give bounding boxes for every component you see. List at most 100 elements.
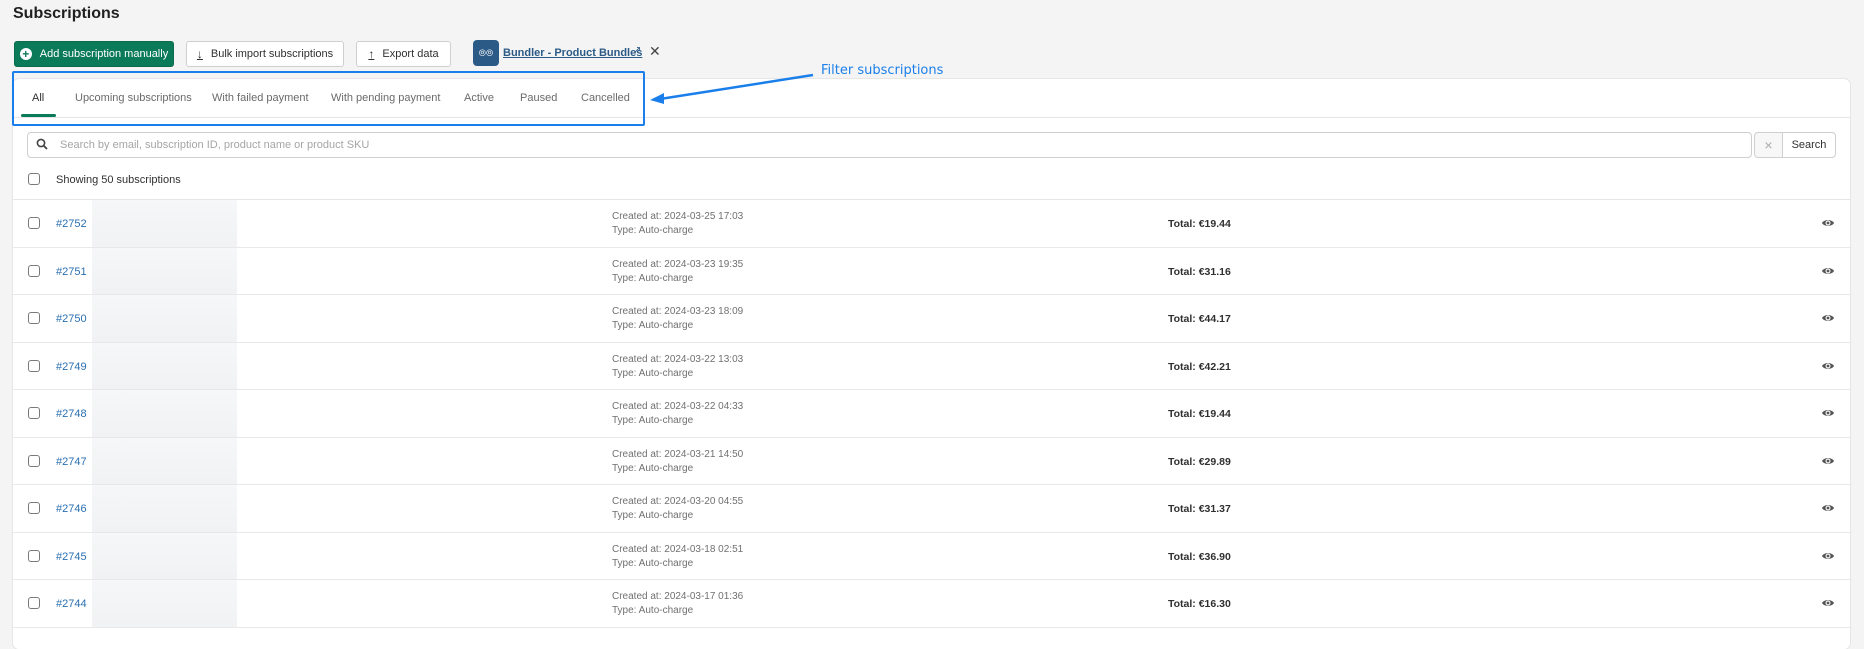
subscription-row: #2751 Created at: 2024-03-23 19:35 Type:…	[13, 247, 1850, 295]
subscription-total: Total: €19.44	[1168, 218, 1231, 230]
subscription-row: #2745 Created at: 2024-03-18 02:51 Type:…	[13, 532, 1850, 580]
bundler-app-link[interactable]: Bundler - Product Bundles	[503, 47, 642, 59]
subscription-type: Type: Auto-charge	[612, 462, 694, 474]
subscriptions-card: All Upcoming subscriptions With failed p…	[13, 79, 1850, 649]
eye-icon[interactable]	[1821, 359, 1835, 373]
bulk-import-button[interactable]: ↓ Bulk import subscriptions	[186, 41, 344, 67]
eye-icon[interactable]	[1821, 596, 1835, 610]
subscription-total: Total: €29.89	[1168, 455, 1231, 468]
created-at: Created at: 2024-03-22 13:03	[612, 353, 744, 365]
search-button[interactable]: Search	[1782, 132, 1836, 158]
eye-icon[interactable]	[1821, 264, 1835, 278]
search-field[interactable]	[27, 132, 1752, 158]
row-checkbox[interactable]	[28, 217, 40, 229]
close-icon[interactable]: ✕	[649, 43, 661, 60]
eye-icon[interactable]	[1821, 311, 1835, 325]
export-data-label: Export data	[382, 48, 439, 60]
eye-icon[interactable]	[1821, 454, 1835, 468]
eye-icon[interactable]	[1821, 406, 1835, 420]
upload-icon: ↑	[368, 47, 375, 61]
row-checkbox[interactable]	[28, 502, 40, 514]
subscription-id-link[interactable]: #2749	[56, 361, 87, 373]
subscription-type: Type: Auto-charge	[612, 225, 694, 236]
subscription-total: Total: €31.37	[1168, 503, 1231, 515]
tab-all[interactable]: All	[32, 92, 44, 104]
tab-paused[interactable]: Paused	[520, 92, 557, 104]
subscription-row: #2750 Created at: 2024-03-23 18:09 Type:…	[13, 295, 1850, 343]
redacted-customer-info	[92, 342, 237, 389]
subscription-row: #2748 Created at: 2024-03-22 04:33 Type:…	[13, 390, 1850, 438]
subscription-type: Type: Auto-charge	[612, 367, 694, 379]
eye-icon[interactable]	[1821, 501, 1835, 515]
created-at: Created at: 2024-03-22 04:33	[612, 401, 744, 412]
plus-circle-icon: +	[19, 48, 32, 60]
subscription-row: #2744 Created at: 2024-03-17 01:36 Type:…	[13, 580, 1850, 628]
subscription-id-link[interactable]: #2744	[56, 598, 87, 610]
row-checkbox[interactable]	[28, 264, 40, 277]
tab-cancelled[interactable]: Cancelled	[581, 92, 630, 104]
bulk-import-label: Bulk import subscriptions	[210, 48, 334, 60]
redacted-customer-info	[92, 485, 237, 532]
subscription-row: #2749 Created at: 2024-03-22 13:03 Type:…	[13, 342, 1850, 390]
subscription-total: Total: €19.44	[1168, 408, 1231, 420]
subscription-row: #2747 Created at: 2024-03-21 14:50 Type:…	[13, 437, 1850, 485]
download-icon: ↓	[196, 47, 203, 61]
subscription-row: #2746 Created at: 2024-03-20 04:55 Type:…	[13, 485, 1850, 533]
annotation-label: Filter subscriptions	[821, 63, 944, 78]
subscription-total: Total: €42.21	[1168, 360, 1231, 373]
tab-failed-payment[interactable]: With failed payment	[212, 92, 309, 104]
created-at: Created at: 2024-03-17 01:36	[612, 591, 744, 602]
redacted-customer-info	[92, 200, 237, 247]
tab-upcoming[interactable]: Upcoming subscriptions	[75, 92, 192, 104]
created-at: Created at: 2024-03-25 17:03	[612, 211, 744, 222]
subscription-type: Type: Auto-charge	[612, 415, 694, 426]
subscription-type: Type: Auto-charge	[612, 510, 694, 521]
row-checkbox[interactable]	[28, 549, 40, 562]
row-checkbox[interactable]	[28, 359, 40, 372]
redacted-customer-info	[92, 532, 237, 579]
subscription-total: Total: €31.16	[1168, 265, 1231, 278]
redacted-customer-info	[92, 580, 237, 627]
search-icon	[36, 138, 58, 153]
row-checkbox[interactable]	[28, 454, 40, 467]
subscription-total: Total: €36.90	[1168, 550, 1231, 563]
subscription-list: #2752 Created at: 2024-03-25 17:03 Type:…	[13, 200, 1850, 628]
redacted-customer-info	[92, 247, 237, 294]
subscription-id-link[interactable]: #2750	[56, 313, 87, 325]
subscription-total: Total: €16.30	[1168, 598, 1231, 610]
subscription-type: Type: Auto-charge	[612, 320, 694, 331]
clear-search-button[interactable]: ×	[1754, 132, 1783, 158]
external-link-icon: ↗	[633, 45, 642, 56]
filter-tabs: All Upcoming subscriptions With failed p…	[13, 79, 1850, 118]
row-checkbox[interactable]	[28, 407, 40, 419]
showing-count: Showing 50 subscriptions	[56, 174, 181, 186]
subscription-id-link[interactable]: #2747	[56, 456, 87, 468]
select-all-checkbox[interactable]	[28, 173, 40, 185]
row-checkbox[interactable]	[28, 312, 40, 324]
subscription-type: Type: Auto-charge	[612, 605, 694, 616]
created-at: Created at: 2024-03-21 14:50	[612, 448, 744, 460]
tab-active[interactable]: Active	[464, 92, 494, 104]
search-input[interactable]	[58, 138, 1751, 152]
subscription-id-link[interactable]: #2748	[56, 408, 87, 420]
subscription-type: Type: Auto-charge	[612, 557, 694, 569]
subscription-total: Total: €44.17	[1168, 313, 1231, 325]
eye-icon[interactable]	[1821, 216, 1835, 230]
redacted-customer-info	[92, 390, 237, 437]
add-subscription-button[interactable]: + Add subscription manually	[14, 41, 174, 67]
redacted-customer-info	[92, 295, 237, 342]
subscription-id-link[interactable]: #2752	[56, 218, 87, 230]
bundles-app-icon[interactable]: ⦾⦾	[473, 40, 499, 66]
subscription-id-link[interactable]: #2745	[56, 551, 87, 563]
eye-icon[interactable]	[1821, 549, 1835, 563]
active-tab-indicator	[21, 114, 56, 117]
subscription-id-link[interactable]: #2751	[56, 266, 87, 278]
created-at: Created at: 2024-03-23 19:35	[612, 258, 744, 270]
subscription-id-link[interactable]: #2746	[56, 503, 87, 515]
tab-pending-payment[interactable]: With pending payment	[331, 92, 440, 104]
row-checkbox[interactable]	[28, 597, 40, 609]
export-data-button[interactable]: ↑ Export data	[356, 41, 451, 67]
subscription-row: #2752 Created at: 2024-03-25 17:03 Type:…	[13, 200, 1850, 248]
page-title: Subscriptions	[13, 5, 120, 22]
redacted-customer-info	[92, 437, 237, 484]
